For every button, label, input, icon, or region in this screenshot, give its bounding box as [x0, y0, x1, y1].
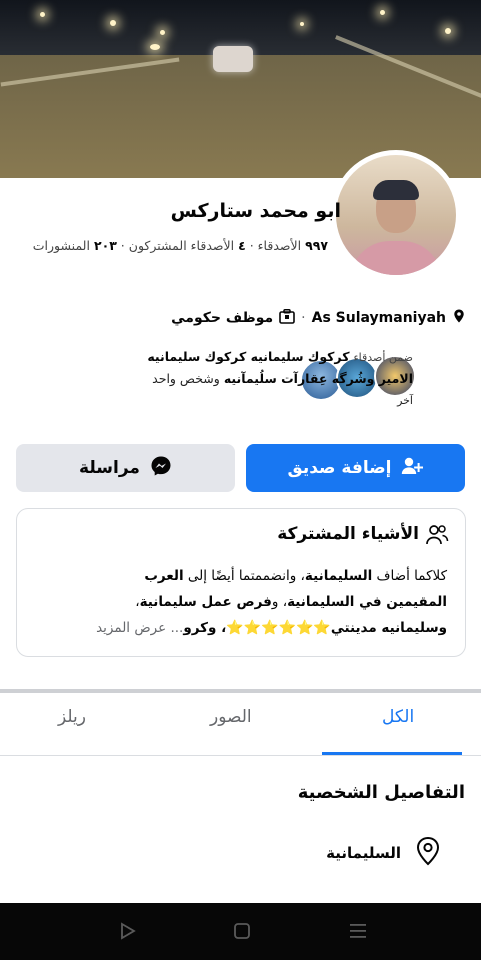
personal-details-title: التفاصيل الشخصية — [297, 782, 465, 803]
system-nav-bar — [0, 903, 481, 960]
tab-all[interactable]: الكل — [382, 707, 414, 727]
ellipsis: ... — [166, 620, 184, 636]
friends-label[interactable]: الأصدقاء — [258, 238, 301, 253]
common-highlight: ، وكرو — [183, 620, 227, 636]
mutual-count[interactable]: ٤ — [238, 238, 246, 253]
mutual-label[interactable]: الأصدقاء المشتركون — [129, 238, 234, 253]
mutual-suffix-2: آخر — [397, 394, 413, 407]
common-highlight: المقيمين في السليمانية — [287, 594, 447, 610]
profile-info-row: موظف حكومي · As Sulaymaniyah — [171, 306, 466, 330]
common-highlight: السليمانية — [304, 568, 373, 584]
avatar[interactable] — [336, 155, 456, 275]
briefcase-icon — [279, 308, 295, 328]
messenger-icon — [150, 455, 172, 482]
menu-lines-icon[interactable] — [348, 922, 368, 944]
add-friend-label: إضافة صديق — [287, 458, 392, 478]
add-person-icon — [401, 456, 424, 481]
mutual-prefix: ضمن أصدقاء — [353, 351, 413, 364]
message-button[interactable]: مراسلة — [16, 444, 235, 492]
common-text: ، و — [271, 594, 288, 610]
common-text: ، وانضممتما أيضًا إلى — [183, 568, 305, 584]
mutual-names-2[interactable]: الامير وشُرگه عِقارآت سلُيمآنيه — [224, 371, 413, 386]
posts-label: المنشورات — [32, 238, 90, 253]
location-pin-outline-icon — [415, 836, 441, 870]
people-icon — [425, 523, 449, 551]
job-text: موظف حكومي — [171, 310, 274, 326]
details-location-row[interactable]: السليمانية — [326, 836, 441, 870]
common-things-title: الأشياء المشتركة — [277, 524, 419, 544]
add-friend-button[interactable]: إضافة صديق — [246, 444, 465, 492]
common-highlight: العرب — [144, 568, 184, 584]
location-pin-icon — [452, 309, 466, 327]
triangle-back-icon[interactable] — [118, 921, 138, 945]
mutual-suffix: وشخص واحد — [152, 371, 220, 386]
mutual-friends-text[interactable]: ضمن أصدقاء كركوك سليمانيه كركوك سليمانيه… — [0, 346, 413, 411]
tab-reels[interactable]: ريلز — [58, 707, 86, 727]
posts-count: ٢٠٣ — [93, 238, 117, 253]
profile-stats: ٩٩٧ الأصدقاء · ٤ الأصدقاء المشتركون · ٢٠… — [32, 238, 328, 253]
message-label: مراسلة — [79, 458, 140, 478]
location-text: As Sulaymaniyah — [311, 310, 446, 326]
mutual-names-1[interactable]: كركوك سليمانيه كركوك سليمانيه — [147, 349, 349, 364]
square-home-icon[interactable] — [232, 921, 252, 945]
profile-tabs: الكل الصور ريلز — [0, 693, 481, 756]
common-highlight: وسليمانيه مدينتي — [330, 620, 447, 636]
stars-emoji: ⭐⭐⭐⭐⭐⭐ — [226, 620, 331, 636]
profile-name: ابو محمد ستاركس — [170, 200, 341, 222]
friends-count[interactable]: ٩٩٧ — [305, 238, 328, 253]
common-highlight: فرص عمل سليمانية — [139, 594, 272, 610]
tab-photos[interactable]: الصور — [210, 707, 252, 727]
see-more-link[interactable]: عرض المزيد — [96, 620, 166, 636]
active-tab-indicator — [322, 752, 462, 755]
common-text: كلاكما أضاف — [372, 568, 447, 584]
details-location-text: السليمانية — [326, 844, 401, 862]
common-things-text: كلاكما أضاف السليمانية، وانضممتما أيضًا … — [27, 563, 447, 641]
